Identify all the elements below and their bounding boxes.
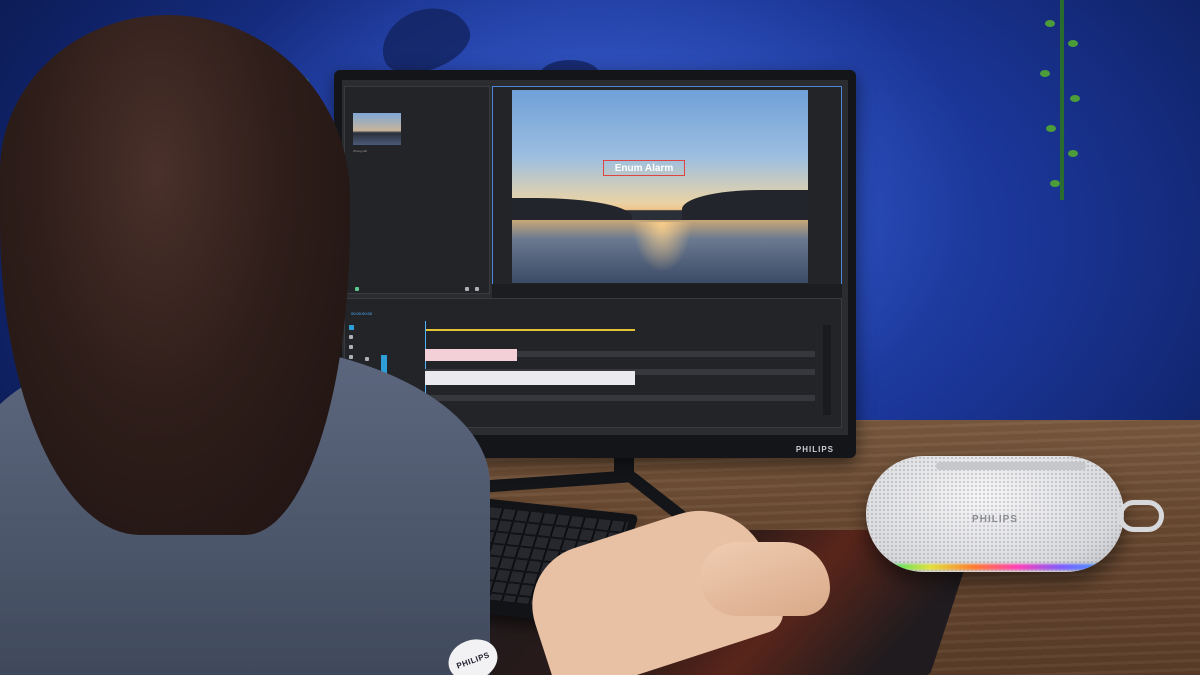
- tool-pen[interactable]: [349, 345, 353, 349]
- audio-meter: [823, 325, 831, 415]
- timeline-timecode: 00:00:00:00: [351, 311, 373, 316]
- clip-thumbnail: [353, 113, 401, 145]
- hand-on-mouse: [700, 542, 830, 616]
- timeline-track: [425, 395, 815, 401]
- speaker-top-strip: [936, 462, 1086, 470]
- vine-leaf: [1045, 20, 1055, 27]
- hill-right: [682, 190, 808, 222]
- bluetooth-speaker: PHILIPS: [866, 456, 1124, 572]
- tool-razor[interactable]: [349, 335, 353, 339]
- work-area-bar: [425, 329, 635, 331]
- sun-reflection: [632, 222, 692, 272]
- panel-control-icon: [475, 287, 479, 291]
- hair: [0, 15, 350, 535]
- clip-label: Wrong Hill: [353, 149, 367, 153]
- photo-scene: Wrong Hill Enum Alarm 00:00:00:00 PHILIP…: [0, 0, 1200, 675]
- speaker-rgb-light: [886, 564, 1106, 570]
- vine-leaf: [1068, 150, 1078, 157]
- vine: [1060, 0, 1064, 200]
- title-overlay-text: Enum Alarm: [614, 162, 674, 174]
- tool-selection[interactable]: [349, 325, 354, 330]
- hill-left: [512, 198, 632, 222]
- speaker-brand-logo: PHILIPS: [972, 514, 1018, 525]
- sleeve-logo-text: PHILIPS: [455, 649, 491, 671]
- vine-leaf: [1068, 40, 1078, 47]
- video-clip[interactable]: [425, 371, 635, 385]
- panel-control-icon: [355, 287, 359, 291]
- tool-hand[interactable]: [349, 355, 353, 359]
- vine-leaf: [1040, 70, 1050, 77]
- speaker-strap: [1118, 500, 1164, 532]
- title-overlay-box[interactable]: Enum Alarm: [603, 160, 685, 176]
- program-monitor-video: Enum Alarm: [512, 90, 808, 283]
- project-panel: Wrong Hill: [344, 86, 490, 294]
- vine-leaf: [1046, 125, 1056, 132]
- vine-leaf: [1070, 95, 1080, 102]
- title-clip[interactable]: [425, 349, 517, 361]
- track-lock-icon[interactable]: [365, 357, 369, 361]
- panel-control-icon: [465, 287, 469, 291]
- monitor-screen: Wrong Hill Enum Alarm 00:00:00:00: [342, 80, 848, 435]
- vine-leaf: [1050, 180, 1060, 187]
- monitor-brand-logo: PHILIPS: [795, 445, 834, 454]
